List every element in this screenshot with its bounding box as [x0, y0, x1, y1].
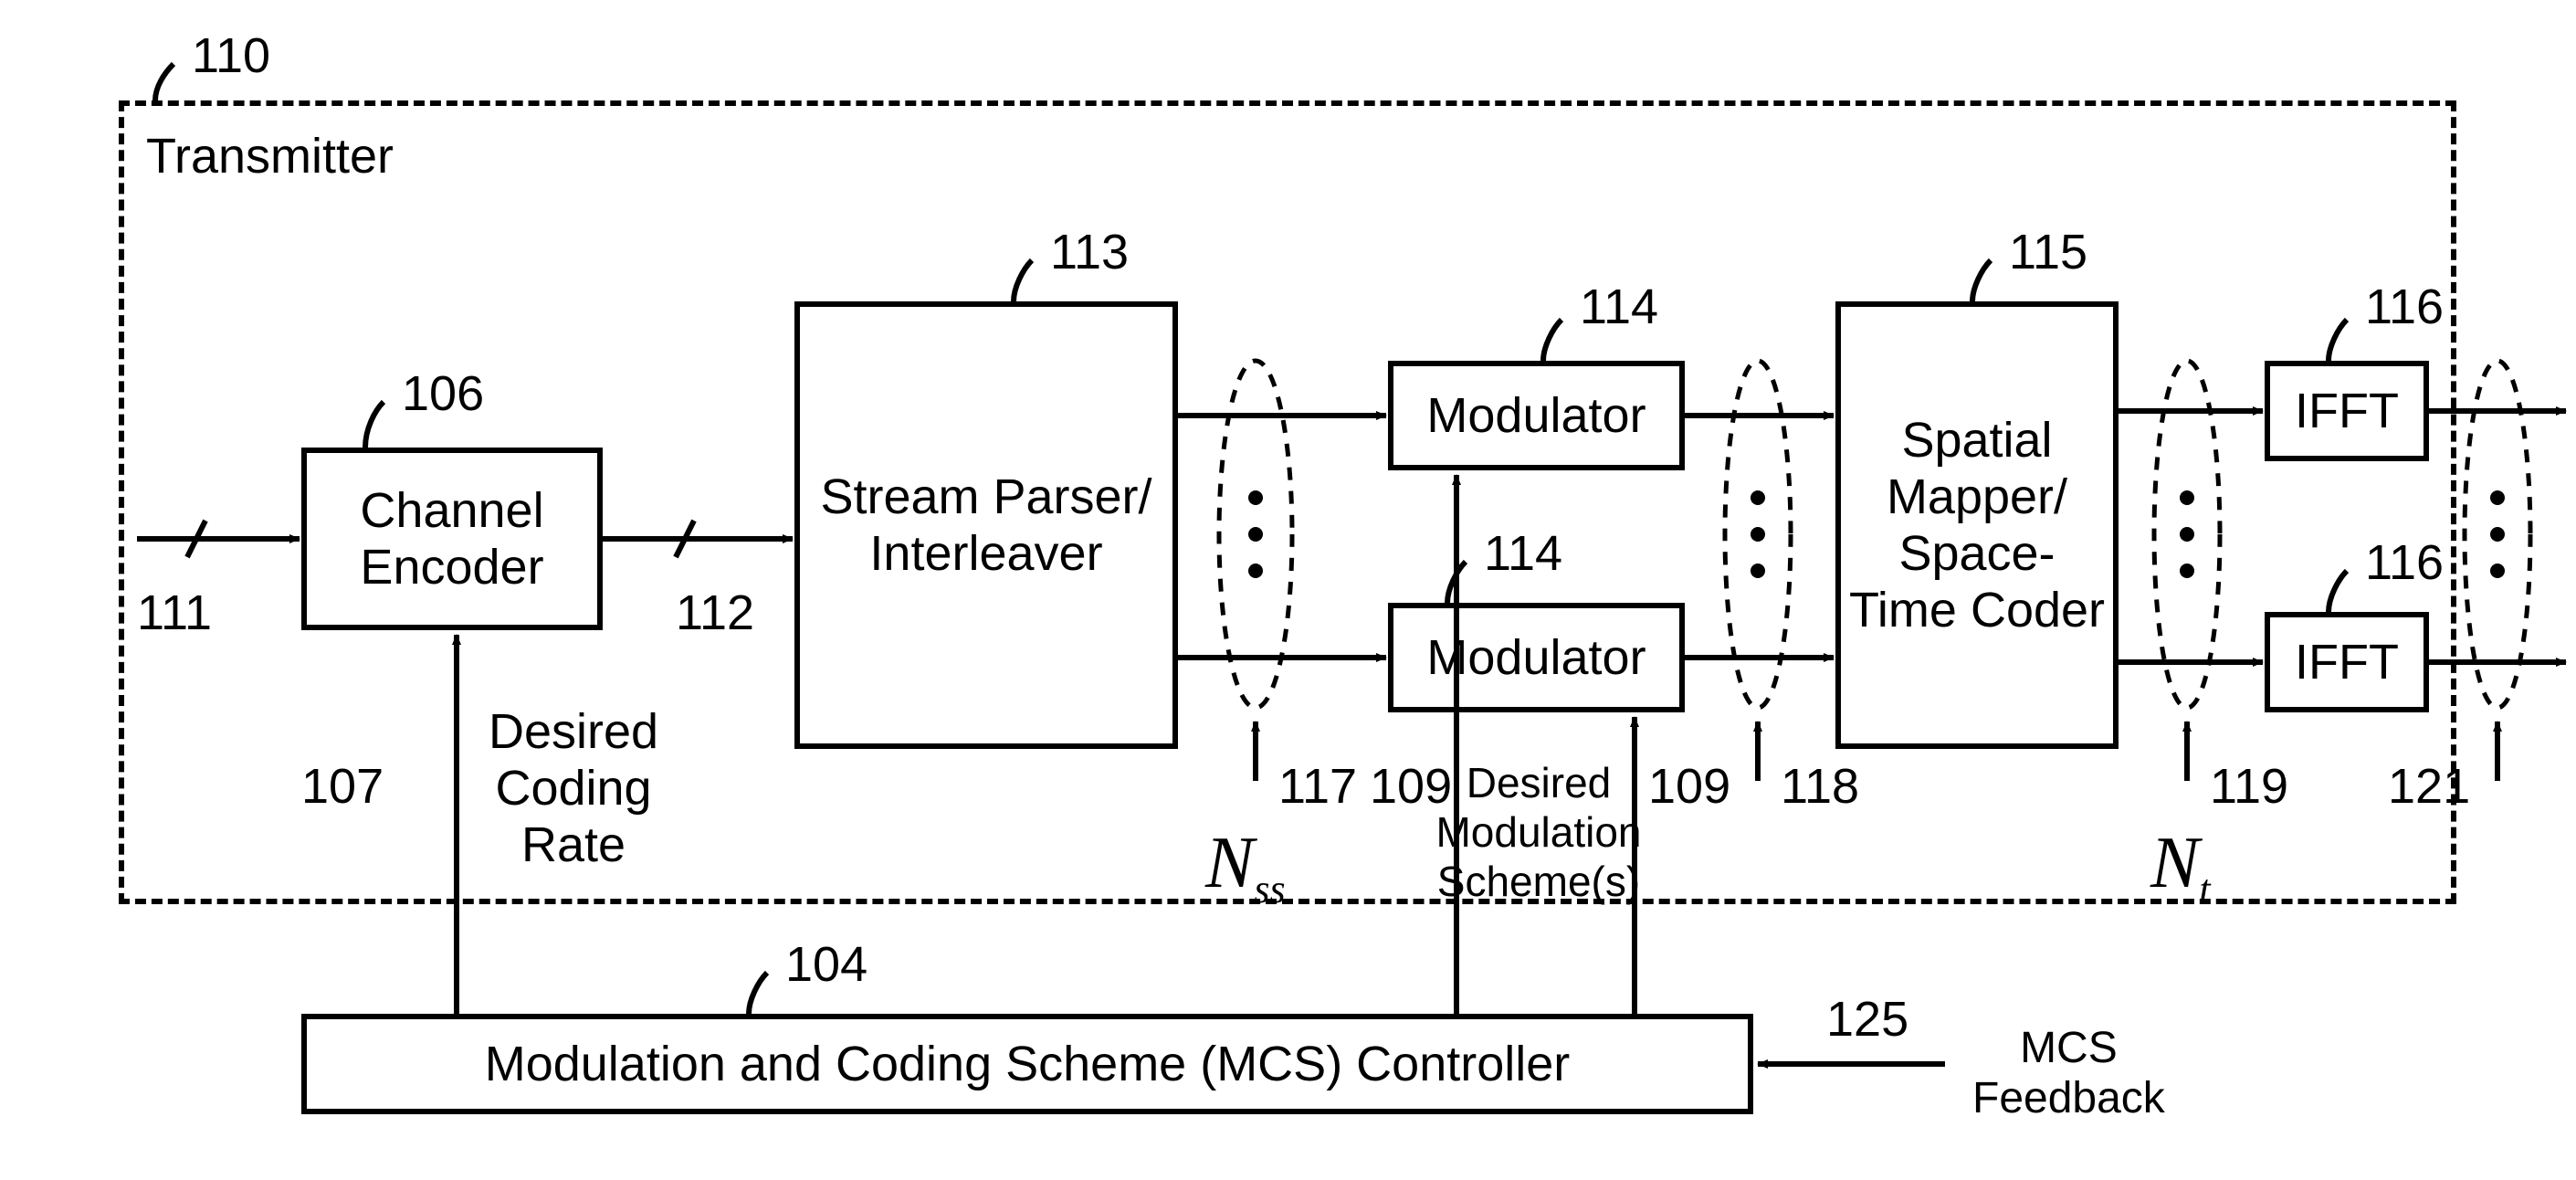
spatial-mapper-text: Spatial Mapper/ Space- Time Coder — [1841, 412, 2113, 638]
ref-112: 112 — [676, 585, 754, 641]
ifft-top-text: IFFT — [2295, 383, 2399, 439]
ref-125: 125 — [1826, 991, 1908, 1048]
mcs-controller-box: Modulation and Coding Scheme (MCS) Contr… — [301, 1014, 1753, 1114]
Nss-label: Nss — [1205, 822, 1286, 912]
diagram-canvas: Transmitter 110 Channel Encoder 106 Stre… — [0, 0, 2576, 1180]
modulator-top-text: Modulator — [1426, 387, 1645, 444]
ref-114b: 114 — [1484, 525, 1562, 582]
modulator-top-box: Modulator — [1388, 361, 1685, 470]
ref-104: 104 — [785, 936, 867, 993]
Nt-label: Nt — [2150, 822, 2211, 912]
ref-115: 115 — [2009, 224, 2087, 280]
channel-encoder-text: Channel Encoder — [307, 482, 597, 595]
modulator-bottom-box: Modulator — [1388, 603, 1685, 712]
ref-106: 106 — [402, 365, 484, 422]
ref-119: 119 — [2210, 758, 2288, 815]
mcs-controller-text: Modulation and Coding Scheme (MCS) Contr… — [485, 1036, 1571, 1092]
stream-parser-text: Stream Parser/ Interleaver — [800, 469, 1172, 582]
ref-121: 121 — [2388, 758, 2470, 815]
ref-116b: 116 — [2365, 534, 2444, 591]
spatial-mapper-box: Spatial Mapper/ Space- Time Coder — [1835, 301, 2119, 749]
ifft-bottom-box: IFFT — [2265, 612, 2429, 712]
ref-114a: 114 — [1580, 279, 1658, 335]
ref-118: 118 — [1781, 758, 1859, 815]
desired-mod-scheme-label: Desired Modulation Scheme(s) — [1420, 758, 1657, 906]
ifft-bottom-text: IFFT — [2295, 634, 2399, 690]
mcs-feedback-label: MCS Feedback — [1972, 1023, 2165, 1123]
ref-109b: 109 — [1648, 758, 1730, 815]
ifft-top-box: IFFT — [2265, 361, 2429, 461]
ref-110: 110 — [192, 27, 270, 84]
stream-parser-box: Stream Parser/ Interleaver — [794, 301, 1178, 749]
ref-107: 107 — [301, 758, 384, 815]
ref-117: 117 — [1278, 758, 1357, 815]
modulator-bottom-text: Modulator — [1426, 629, 1645, 686]
ref-113: 113 — [1050, 224, 1129, 280]
ref-111: 111 — [137, 585, 212, 641]
channel-encoder-box: Channel Encoder — [301, 448, 603, 630]
ref-116a: 116 — [2365, 279, 2444, 335]
desired-coding-rate-label: Desired Coding Rate — [489, 703, 658, 873]
transmitter-label: Transmitter — [146, 128, 394, 184]
